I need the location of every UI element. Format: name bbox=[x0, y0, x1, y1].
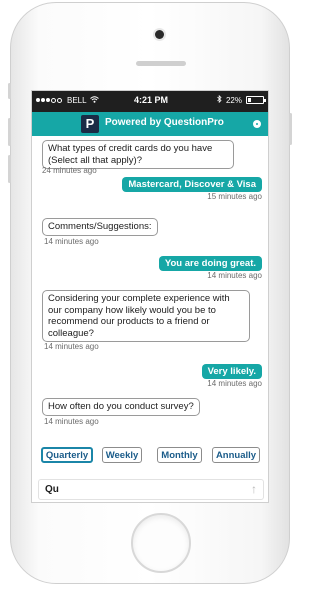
screen: BELL 4:21 PM 22% P Powered by QuestionPr… bbox=[31, 90, 269, 503]
chat-thread: What types of credit cards do you have (… bbox=[32, 136, 268, 460]
questionpro-logo: P bbox=[81, 115, 99, 133]
home-button[interactable] bbox=[131, 513, 191, 573]
battery-percent: 22% bbox=[225, 95, 242, 105]
option-monthly[interactable]: Monthly bbox=[157, 447, 202, 463]
mute-switch bbox=[8, 83, 11, 99]
battery-level bbox=[248, 98, 251, 102]
option-quarterly[interactable]: Quarterly bbox=[41, 447, 93, 463]
status-bar: BELL 4:21 PM 22% bbox=[32, 91, 268, 112]
app-header: P Powered by QuestionPro bbox=[32, 112, 268, 136]
battery-icon bbox=[246, 96, 266, 104]
message-timestamp: 15 minutes ago bbox=[207, 192, 262, 201]
message-timestamp: 14 minutes ago bbox=[44, 417, 99, 426]
answer-options: Quarterly Weekly Monthly Annually bbox=[32, 447, 268, 467]
answer-bubble: Mastercard, Discover & Visa bbox=[122, 177, 262, 192]
send-arrow-icon[interactable]: ↑ bbox=[251, 482, 257, 496]
question-bubble: Considering your complete experience wit… bbox=[42, 290, 250, 342]
question-bubble: What types of credit cards do you have (… bbox=[42, 140, 234, 169]
question-bubble: Comments/Suggestions: bbox=[42, 218, 158, 236]
front-camera bbox=[155, 30, 164, 39]
power-button bbox=[289, 113, 292, 145]
earpiece-speaker bbox=[136, 61, 186, 66]
app-title: Powered by QuestionPro bbox=[105, 117, 224, 128]
option-weekly[interactable]: Weekly bbox=[102, 447, 142, 463]
message-timestamp: 14 minutes ago bbox=[44, 237, 99, 246]
message-input-value[interactable]: Qu bbox=[45, 484, 59, 495]
message-timestamp: 14 minutes ago bbox=[44, 342, 99, 351]
bluetooth-icon bbox=[217, 94, 222, 105]
answer-bubble: Very likely. bbox=[201, 364, 262, 379]
message-timestamp: 24 minutes ago bbox=[42, 166, 97, 175]
message-timestamp: 14 minutes ago bbox=[207, 271, 262, 280]
answer-bubble: You are doing great. bbox=[158, 256, 262, 271]
close-icon[interactable] bbox=[253, 120, 261, 128]
volume-down-button bbox=[8, 155, 11, 183]
message-timestamp: 14 minutes ago bbox=[207, 379, 262, 388]
message-input[interactable]: Qu ↑ bbox=[38, 479, 264, 500]
volume-up-button bbox=[8, 118, 11, 146]
option-annually[interactable]: Annually bbox=[212, 447, 260, 463]
status-right: 22% bbox=[217, 94, 266, 105]
question-bubble: How often do you conduct survey? bbox=[42, 398, 200, 416]
